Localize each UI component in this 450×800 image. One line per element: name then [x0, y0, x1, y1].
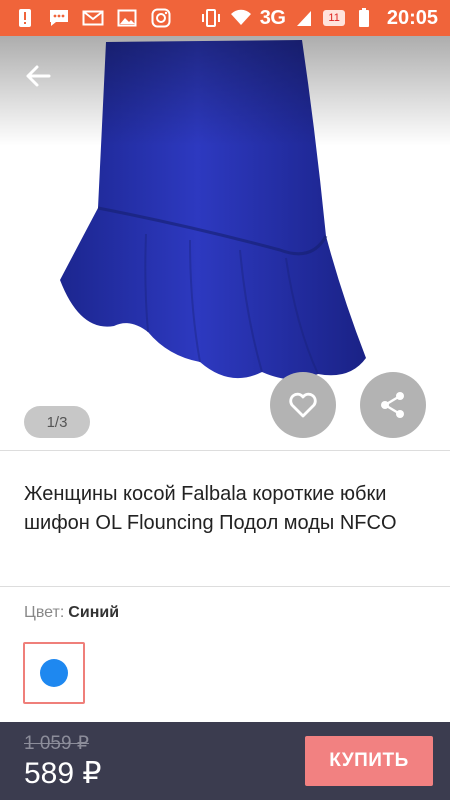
purchase-bar: 1 059 ₽ 589 ₽ КУПИТЬ — [0, 722, 450, 800]
image-pager: 1/3 — [24, 406, 90, 438]
arrow-left-icon — [26, 65, 51, 87]
color-value: Синий — [68, 604, 120, 621]
back-button[interactable] — [18, 56, 58, 96]
divider — [0, 450, 450, 451]
share-icon — [381, 392, 404, 418]
network-type: 3G — [259, 6, 286, 29]
heart-icon — [289, 392, 317, 418]
vibrate-icon — [200, 7, 222, 29]
color-swatch-blue[interactable] — [23, 642, 85, 704]
color-selector-label: Цвет: Синий — [24, 604, 119, 622]
battery-icon — [353, 7, 375, 29]
clock: 20:05 — [386, 6, 438, 29]
swatch-dot — [40, 659, 68, 687]
instagram-icon — [150, 7, 172, 29]
wifi-icon — [230, 7, 252, 29]
image-icon — [116, 7, 138, 29]
share-button[interactable] — [360, 372, 426, 438]
message-icon — [48, 7, 70, 29]
top-gradient — [0, 36, 450, 146]
old-price: 1 059 ₽ — [24, 733, 89, 754]
status-bar: 3G 11 20:05 — [0, 0, 450, 36]
notification-badge: 11 — [323, 10, 345, 26]
signal-icon — [293, 7, 315, 29]
current-price: 589 ₽ — [24, 757, 102, 790]
alert-icon — [14, 7, 36, 29]
color-key: Цвет: — [24, 604, 65, 621]
product-gallery[interactable]: 1/3 — [0, 36, 450, 450]
product-title: Женщины косой Falbala короткие юбки шифо… — [24, 483, 397, 534]
divider — [0, 586, 450, 587]
favorite-button[interactable] — [270, 372, 336, 438]
buy-button[interactable]: КУПИТЬ — [305, 736, 433, 786]
mail-icon — [82, 7, 104, 29]
